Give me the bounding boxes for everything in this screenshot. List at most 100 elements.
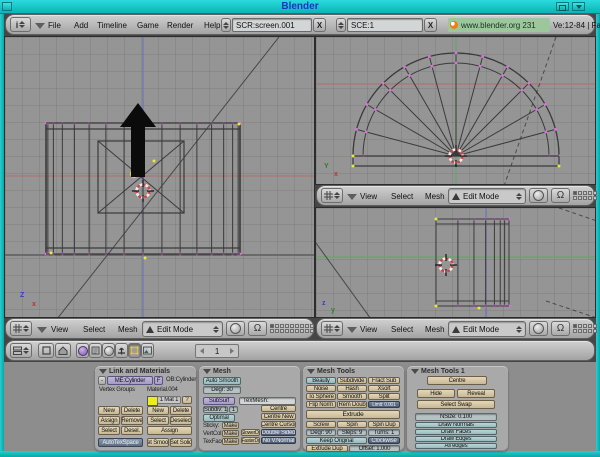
layer-cell[interactable] bbox=[300, 324, 304, 328]
sticky-make-button[interactable]: Make bbox=[222, 422, 239, 429]
xsort-button[interactable]: Xsort bbox=[368, 385, 400, 392]
layer-cell[interactable] bbox=[593, 329, 597, 333]
menu-select[interactable]: Select bbox=[83, 325, 105, 334]
texmesh-field[interactable]: TexMesh: bbox=[239, 397, 296, 405]
vgroup-assign-button[interactable]: Assign bbox=[98, 416, 120, 425]
layer-cell[interactable] bbox=[270, 324, 274, 328]
menu-add[interactable]: Add bbox=[74, 21, 88, 30]
noise-button[interactable]: Noise bbox=[306, 385, 336, 392]
offset-field[interactable]: Offset: 1.000 bbox=[349, 445, 400, 452]
keep-original-toggle[interactable]: Keep Original bbox=[306, 437, 367, 444]
window-shade-button[interactable] bbox=[572, 2, 585, 11]
layer-cell[interactable] bbox=[593, 196, 597, 200]
draw-edges-toggle[interactable]: Draw Edges bbox=[415, 436, 497, 442]
auto-smooth-toggle[interactable]: Auto Smooth bbox=[203, 377, 241, 385]
menu-render[interactable]: Render bbox=[167, 21, 193, 30]
scene-context-button[interactable] bbox=[141, 343, 154, 358]
menu-mesh[interactable]: Mesh bbox=[425, 192, 445, 201]
mode-dropdown[interactable]: Edit Mode bbox=[448, 188, 526, 204]
layer-cell[interactable] bbox=[588, 191, 592, 195]
editing-context-button[interactable] bbox=[128, 343, 141, 358]
layer-buttons[interactable] bbox=[573, 324, 597, 333]
frame-prev-icon[interactable] bbox=[200, 348, 204, 354]
logic-context-button[interactable] bbox=[76, 343, 89, 358]
collapse-menus-icon[interactable] bbox=[37, 327, 47, 333]
set-solid-button[interactable]: Set Solid bbox=[170, 438, 192, 447]
material-delete-button[interactable]: Delete bbox=[170, 406, 192, 415]
viewport-top[interactable]: Y x bbox=[315, 36, 596, 185]
layer-cell[interactable] bbox=[593, 191, 597, 195]
beauty-toggle[interactable]: Beauty bbox=[306, 377, 336, 384]
centre-button[interactable]: Centre bbox=[261, 405, 296, 412]
hash-button[interactable]: Hash bbox=[337, 385, 367, 392]
layer-cell[interactable] bbox=[285, 324, 289, 328]
shading-context-button[interactable] bbox=[102, 343, 115, 358]
layer-cell[interactable] bbox=[588, 196, 592, 200]
menu-help[interactable]: Help bbox=[204, 21, 220, 30]
layer-cell[interactable] bbox=[583, 324, 587, 328]
layer-buttons[interactable] bbox=[573, 191, 597, 200]
autotexspace-toggle[interactable]: AutoTexSpace bbox=[98, 438, 143, 447]
screw-button[interactable]: Screw bbox=[306, 421, 336, 428]
steps-field[interactable]: Steps: 9 bbox=[337, 429, 367, 436]
viewport-type-button[interactable] bbox=[321, 188, 343, 203]
scene-browse-button[interactable] bbox=[336, 18, 346, 32]
double-sided-toggle[interactable]: Double Sided bbox=[261, 429, 296, 436]
layer-cell[interactable] bbox=[593, 324, 597, 328]
layer-cell[interactable] bbox=[280, 329, 284, 333]
mesh-name-field[interactable]: ME:Cylinder bbox=[107, 376, 153, 385]
window-maximize-button[interactable] bbox=[556, 2, 569, 11]
draw-normals-toggle[interactable]: Draw Normals bbox=[415, 422, 497, 428]
degr90-field[interactable]: Degr: 90 bbox=[306, 429, 336, 436]
layer-cell[interactable] bbox=[573, 196, 577, 200]
smooth-button[interactable]: Smooth bbox=[337, 393, 367, 400]
collapse-menus-icon[interactable] bbox=[35, 23, 45, 29]
degr-slider[interactable]: Degr: 30 bbox=[203, 386, 241, 394]
scene-name-field[interactable]: SCE:1 bbox=[347, 18, 423, 32]
limit-slider[interactable]: Limit: 0.001 bbox=[368, 401, 400, 408]
material-deselect-button[interactable]: Deselect bbox=[170, 416, 192, 425]
layer-cell[interactable] bbox=[275, 324, 279, 328]
menu-select[interactable]: Select bbox=[391, 325, 413, 334]
scene-delete-button[interactable]: X bbox=[424, 18, 437, 32]
layer-cell[interactable] bbox=[583, 329, 587, 333]
draw-faces-toggle[interactable]: Draw Faces bbox=[415, 429, 497, 435]
menu-select[interactable]: Select bbox=[391, 192, 413, 201]
clockwise-toggle[interactable]: Clockwise bbox=[368, 437, 400, 444]
window-type-button[interactable] bbox=[10, 343, 32, 358]
material-assign-button[interactable]: Assign bbox=[147, 426, 192, 435]
layer-cell[interactable] bbox=[270, 329, 274, 333]
layer-buttons[interactable] bbox=[270, 324, 294, 333]
spin-dup-button[interactable]: Spin Dup bbox=[368, 421, 400, 428]
menu-game[interactable]: Game bbox=[137, 21, 159, 30]
subdiv-field[interactable]: Subdiv: 1 bbox=[203, 406, 228, 413]
menu-view[interactable]: View bbox=[51, 325, 68, 334]
menu-timeline[interactable]: Timeline bbox=[97, 21, 127, 30]
screen-name-field[interactable]: SCR:screen.001 bbox=[232, 18, 312, 32]
layer-cell[interactable] bbox=[578, 324, 582, 328]
pivot-button[interactable]: Ω bbox=[551, 188, 570, 203]
panel-collapse-icon[interactable] bbox=[411, 369, 419, 374]
layer-cell[interactable] bbox=[295, 329, 299, 333]
viewport-front[interactable]: Z x bbox=[4, 36, 315, 318]
draw-type-button[interactable] bbox=[529, 188, 548, 203]
screen-browse-button[interactable] bbox=[221, 18, 231, 32]
all-edges-toggle[interactable]: All edges bbox=[415, 443, 497, 449]
frame-next-icon[interactable] bbox=[230, 348, 234, 354]
centre-button[interactable]: Centre bbox=[427, 376, 487, 385]
rem-doubles-button[interactable]: Rem Doub bbox=[337, 401, 367, 408]
fake-user-button[interactable]: F bbox=[154, 376, 163, 385]
layer-cell[interactable] bbox=[310, 329, 314, 333]
mode-dropdown[interactable]: Edit Mode bbox=[142, 321, 223, 337]
layer-cell[interactable] bbox=[280, 324, 284, 328]
collapse-menus-icon[interactable] bbox=[347, 327, 357, 333]
home-button[interactable] bbox=[55, 343, 71, 358]
subdivide-button[interactable]: Subdivide bbox=[337, 377, 367, 384]
layer-cell[interactable] bbox=[305, 324, 309, 328]
layer-cell[interactable] bbox=[295, 324, 299, 328]
vertcol-make-button[interactable]: Make bbox=[222, 430, 239, 437]
no-vnormal-flip-toggle[interactable]: No V.Normal bbox=[261, 437, 296, 444]
vgroup-delete-button[interactable]: Delete bbox=[121, 406, 143, 415]
extrude-dup-button[interactable]: Extrude Dup bbox=[306, 445, 348, 452]
collapse-menus-icon[interactable] bbox=[347, 194, 357, 200]
